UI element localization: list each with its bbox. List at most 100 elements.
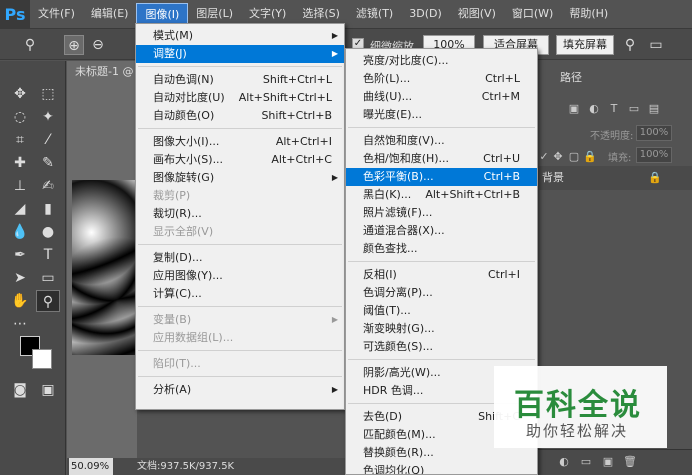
eyedropper-icon[interactable]: ⁄	[36, 129, 60, 151]
lasso-tool-icon[interactable]: ◌	[8, 106, 32, 128]
background-color-swatch[interactable]	[32, 349, 52, 369]
adjust-submenu-item[interactable]: 黑白(K)... Alt+Shift+Ctrl+B	[346, 186, 537, 204]
adjust-submenu-item[interactable]: 自然饱和度(V)...	[346, 132, 537, 150]
new-group-icon[interactable]: ▭	[578, 454, 594, 470]
adjust-submenu-item[interactable]: 色阶(L)... Ctrl+L	[346, 70, 537, 88]
blur-tool-icon[interactable]: 💧	[8, 221, 32, 243]
image-menu-item[interactable]: 自动色调(N) Shift+Ctrl+L	[136, 71, 344, 89]
gradient-tool-icon[interactable]: ▮	[36, 198, 60, 220]
move-tool-icon[interactable]: ✥	[8, 83, 32, 105]
adjust-submenu-item[interactable]: 色相/饱和度(H)... Ctrl+U	[346, 150, 537, 168]
image-menu-item[interactable]: 调整(J) ▶	[136, 45, 344, 63]
tab-paths[interactable]: 路径	[560, 69, 582, 85]
filter-shape-icon[interactable]: ▭	[626, 101, 642, 117]
layer-name: 背景	[542, 171, 564, 184]
pen-tool-icon[interactable]: ✒	[8, 244, 32, 266]
path-select-icon[interactable]: ➤	[8, 267, 32, 289]
menu-window[interactable]: 窗口(W)	[504, 3, 561, 25]
adjustment-layer-icon[interactable]: ◐	[556, 454, 572, 470]
menu-3d[interactable]: 3D(D)	[401, 3, 450, 25]
submenu-arrow-icon: ▶	[331, 315, 338, 324]
search-icon[interactable]: ⚲	[620, 35, 640, 55]
opacity-input[interactable]: 100%	[636, 125, 672, 141]
menu-layer[interactable]: 图层(L)	[188, 3, 241, 25]
image-menu-item[interactable]: 自动颜色(O) Shift+Ctrl+B	[136, 107, 344, 125]
adjust-submenu-item[interactable]: 渐变映射(G)...	[346, 320, 537, 338]
marquee-tool-icon[interactable]: ⬚	[36, 83, 60, 105]
image-menu-item[interactable]: 画布大小(S)... Alt+Ctrl+C	[136, 151, 344, 169]
menu-select[interactable]: 选择(S)	[294, 3, 348, 25]
eraser-tool-icon[interactable]: ◢	[8, 198, 32, 220]
filter-pixel-icon[interactable]: ▣	[566, 101, 582, 117]
delete-layer-icon[interactable]: 🗑	[622, 454, 638, 470]
adjust-submenu-item[interactable]: 通道混合器(X)...	[346, 222, 537, 240]
tools-panel: ✥ ⬚ ◌ ✦ ⌗ ⁄ ✚ ✎ ⊥ ✍ ◢ ▮ 💧 ● ✒ T ➤ ▭ ✋ ⚲ …	[0, 61, 66, 475]
menu-item-label: 反相(I)	[363, 268, 397, 281]
new-layer-icon[interactable]: ▣	[600, 454, 616, 470]
adjust-submenu-item[interactable]: 反相(I) Ctrl+I	[346, 266, 537, 284]
adjust-submenu-item[interactable]: 曲线(U)... Ctrl+M	[346, 88, 537, 106]
status-zoom[interactable]: 50.09%	[69, 458, 113, 475]
submenu-arrow-icon: ▶	[331, 173, 338, 182]
menu-item-label: 渐变映射(G)...	[363, 322, 435, 335]
more-tools-icon[interactable]: ⋯	[8, 313, 32, 335]
menu-file[interactable]: 文件(F)	[30, 3, 83, 25]
image-menu-item[interactable]: 计算(C)...	[136, 285, 344, 303]
image-menu-item[interactable]: 模式(M) ▶	[136, 27, 344, 45]
adjust-submenu-item[interactable]: 色调均化(Q)	[346, 462, 537, 474]
filter-type-icon[interactable]: T	[606, 101, 622, 117]
magic-wand-icon[interactable]: ✦	[36, 106, 60, 128]
fill-screen-button[interactable]: 填充屏幕	[556, 35, 614, 55]
history-brush-icon[interactable]: ✍	[36, 175, 60, 197]
menu-view[interactable]: 视图(V)	[450, 3, 504, 25]
menu-item-label: 曝光度(E)...	[363, 108, 423, 121]
adjust-submenu-item[interactable]: 可选颜色(S)...	[346, 338, 537, 356]
layer-background-row[interactable]: 背景 🔒	[536, 166, 692, 190]
lock-all-icon[interactable]: 🔒	[582, 149, 598, 165]
adjust-submenu-item[interactable]: 颜色查找...	[346, 240, 537, 258]
menu-type[interactable]: 文字(Y)	[241, 3, 294, 25]
lock-position-icon[interactable]: ✥	[550, 149, 566, 165]
menu-help[interactable]: 帮助(H)	[561, 3, 616, 25]
menu-image[interactable]: 图像(I)	[136, 3, 189, 25]
menu-item-label: HDR 色调...	[363, 384, 424, 397]
adjust-submenu-item[interactable]: 曝光度(E)...	[346, 106, 537, 124]
menu-item-label: 分析(A)	[153, 383, 192, 396]
lock-artboard-icon[interactable]: ▢	[566, 149, 582, 165]
zoom-tool-icon[interactable]: ⚲	[36, 290, 60, 312]
menu-item-label: 阈值(T)...	[363, 304, 411, 317]
healing-brush-icon[interactable]: ✚	[8, 152, 32, 174]
fill-input[interactable]: 100%	[636, 147, 672, 163]
menu-item-label: 计算(C)...	[153, 287, 202, 300]
zoom-tool-icon[interactable]: ⚲	[20, 35, 40, 55]
image-menu-item[interactable]: 自动对比度(U) Alt+Shift+Ctrl+L	[136, 89, 344, 107]
stamp-tool-icon[interactable]: ⊥	[8, 175, 32, 197]
image-menu-item[interactable]: 分析(A) ▶	[136, 381, 344, 399]
filter-adjust-icon[interactable]: ◐	[586, 101, 602, 117]
adjust-submenu-item[interactable]: 色调分离(P)...	[346, 284, 537, 302]
zoom-in-icon[interactable]: ⊕	[64, 35, 84, 55]
dodge-tool-icon[interactable]: ●	[36, 221, 60, 243]
status-doc-size: 文档:937.5K/937.5K	[137, 461, 235, 472]
menu-edit[interactable]: 编辑(E)	[83, 3, 137, 25]
hand-tool-icon[interactable]: ✋	[8, 290, 32, 312]
quick-mask-icon[interactable]: ◙	[8, 379, 32, 401]
zoom-out-icon[interactable]: ⊖	[88, 35, 108, 55]
adjust-submenu-item[interactable]: 照片滤镜(F)...	[346, 204, 537, 222]
workspace-icon[interactable]: ▭	[646, 35, 666, 55]
image-menu-item[interactable]: 图像大小(I)... Alt+Ctrl+I	[136, 133, 344, 151]
image-menu-item[interactable]: 图像旋转(G) ▶	[136, 169, 344, 187]
image-menu-item[interactable]: 复制(D)...	[136, 249, 344, 267]
shape-tool-icon[interactable]: ▭	[36, 267, 60, 289]
adjust-submenu-item[interactable]: 阈值(T)...	[346, 302, 537, 320]
brush-tool-icon[interactable]: ✎	[36, 152, 60, 174]
image-menu-item[interactable]: 应用图像(Y)...	[136, 267, 344, 285]
adjust-submenu-item[interactable]: 亮度/对比度(C)...	[346, 52, 537, 70]
type-tool-icon[interactable]: T	[36, 244, 60, 266]
filter-smart-icon[interactable]: ▤	[646, 101, 662, 117]
image-menu-item[interactable]: 裁切(R)...	[136, 205, 344, 223]
adjust-submenu-item[interactable]: 色彩平衡(B)... Ctrl+B	[346, 168, 537, 186]
screen-mode-icon[interactable]: ▣	[36, 379, 60, 401]
crop-tool-icon[interactable]: ⌗	[8, 129, 32, 151]
menu-filter[interactable]: 滤镜(T)	[348, 3, 401, 25]
